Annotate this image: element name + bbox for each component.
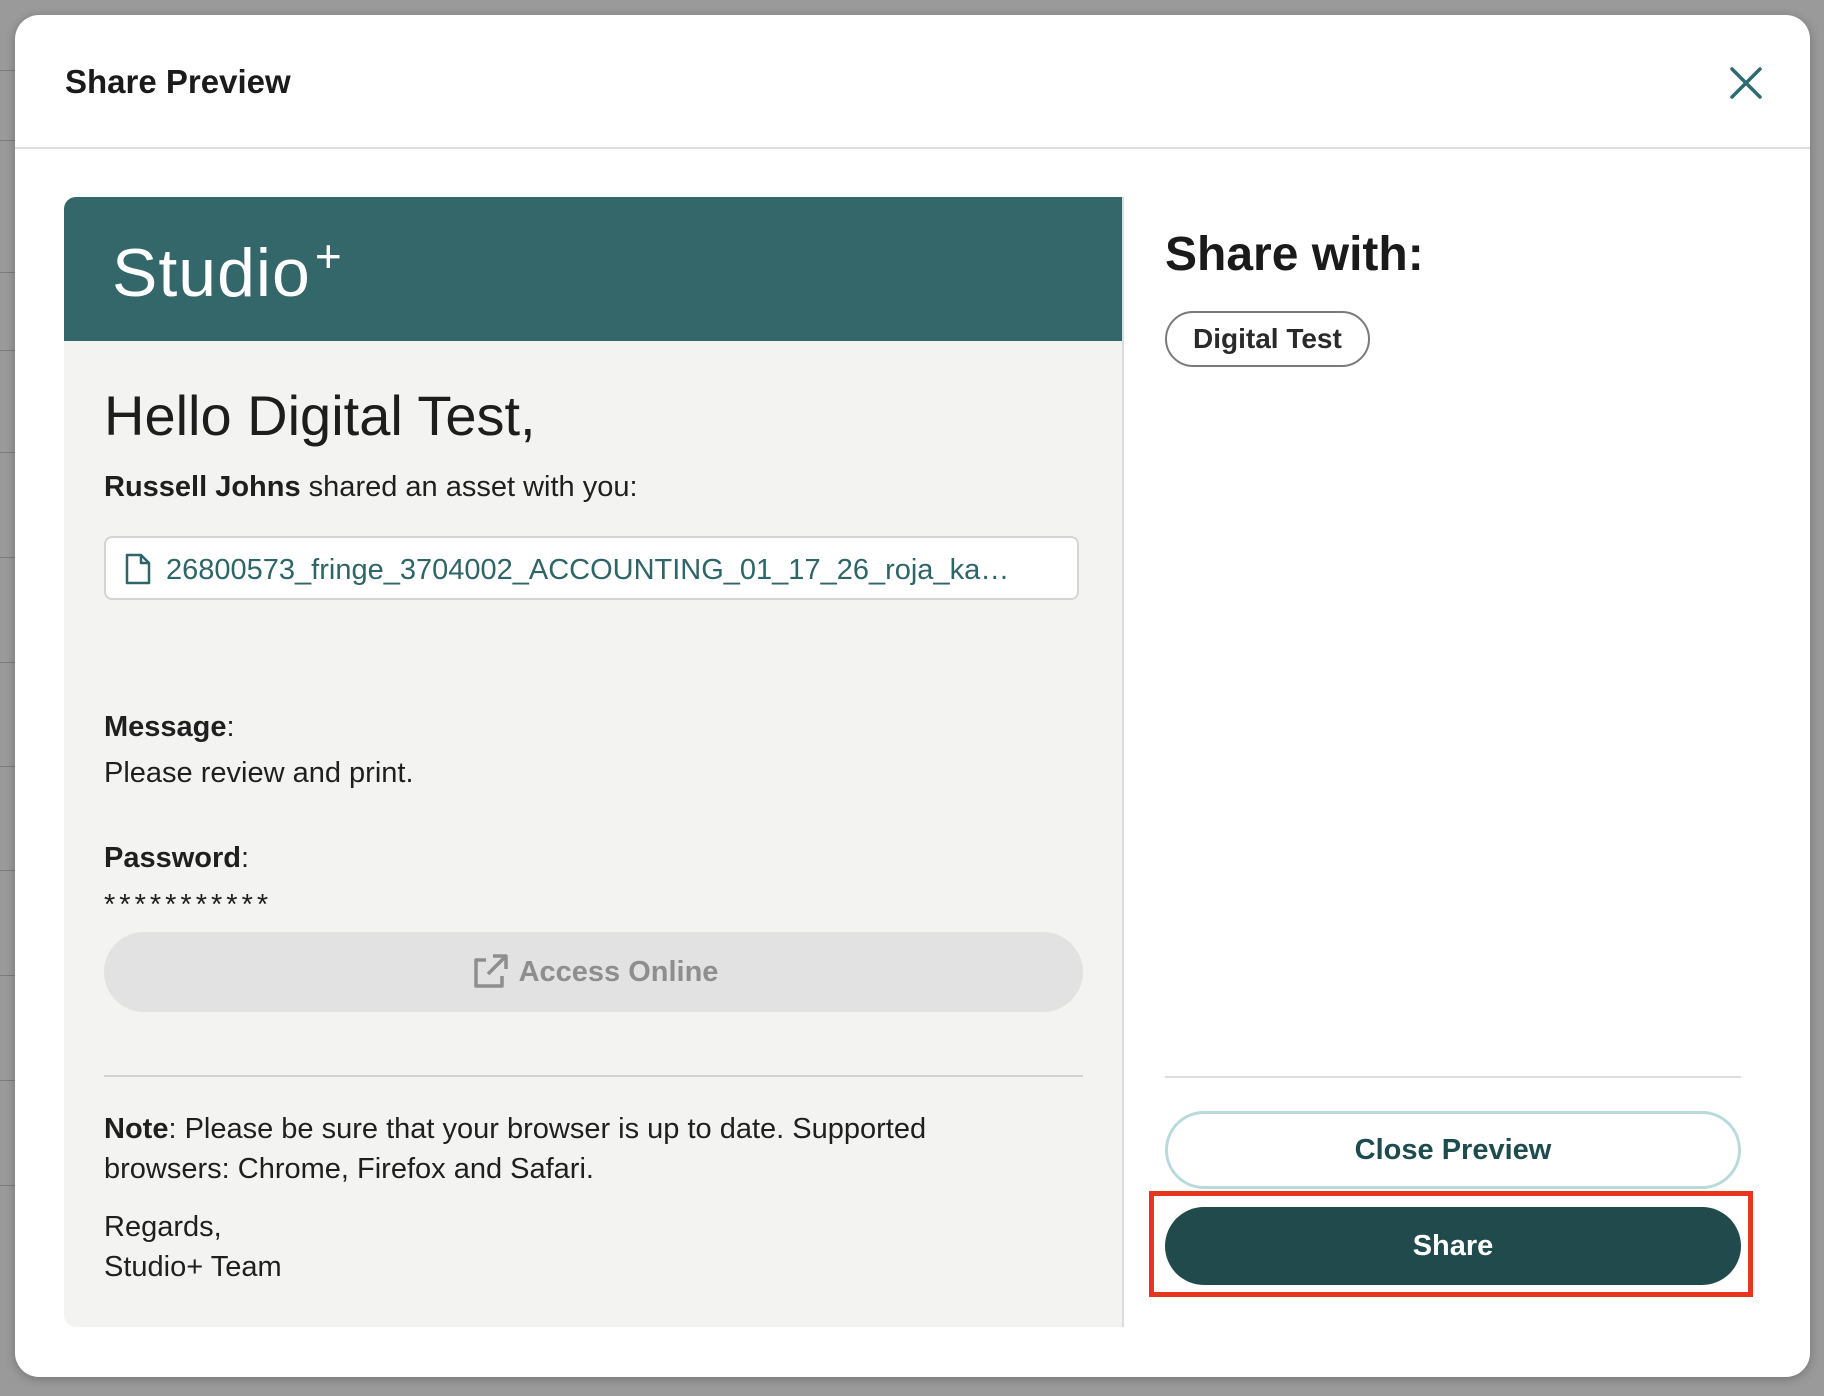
- password-label-line: Password:: [104, 842, 250, 874]
- file-icon: [125, 553, 151, 585]
- access-online-content: Access Online: [104, 932, 1083, 1012]
- signature: Regards, Studio+ Team: [104, 1207, 282, 1287]
- message-label-line: Message:: [104, 711, 235, 743]
- close-modal-button[interactable]: [1722, 59, 1770, 107]
- modal-header: Share Preview: [15, 15, 1810, 149]
- bg-divider: [0, 662, 16, 663]
- password-value: ***********: [104, 889, 273, 921]
- message-value: Please review and print.: [104, 757, 414, 789]
- access-online-label: Access Online: [518, 955, 719, 988]
- bg-divider: [0, 70, 16, 71]
- regards-line: Regards,: [104, 1211, 222, 1243]
- password-label: Password: [104, 842, 241, 874]
- shared-line: Russell Johns shared an asset with you:: [104, 471, 638, 504]
- bg-divider: [0, 766, 16, 767]
- recipient-chip[interactable]: Digital Test: [1165, 311, 1370, 367]
- brand-name: Studio: [112, 235, 311, 311]
- bg-divider: [0, 1185, 16, 1186]
- brand-plus: +: [314, 230, 343, 282]
- share-with-title: Share with:: [1165, 228, 1424, 281]
- bg-divider: [0, 557, 16, 558]
- sender-name: Russell Johns: [104, 471, 301, 503]
- message-label: Message: [104, 711, 227, 743]
- bg-divider: [0, 1080, 16, 1081]
- share-preview-modal: Share Preview Studio+ Hello Digital Test…: [15, 15, 1810, 1377]
- bg-divider: [0, 975, 16, 976]
- modal-title: Share Preview: [65, 63, 291, 100]
- bg-divider: [0, 350, 16, 351]
- note-text: : Please be sure that your browser is up…: [104, 1113, 927, 1185]
- browser-note: Note: Please be sure that your browser i…: [104, 1109, 1004, 1189]
- shared-text: shared an asset with you:: [300, 471, 638, 503]
- external-link-icon: [473, 954, 508, 988]
- greeting: Hello Digital Test,: [104, 384, 536, 447]
- file-name: 26800573_fringe_3704002_ACCOUNTING_01_17…: [166, 554, 1010, 586]
- column-divider: [1122, 197, 1124, 1327]
- preview-divider: [104, 1075, 1083, 1077]
- share-button[interactable]: Share: [1165, 1207, 1741, 1285]
- email-preview: Studio+ Hello Digital Test, Russell John…: [64, 197, 1122, 1327]
- bg-divider: [0, 272, 16, 273]
- brand-header: Studio+: [64, 197, 1122, 341]
- brand-logo: Studio+: [112, 229, 343, 312]
- bg-divider: [0, 140, 16, 141]
- shared-file-link[interactable]: 26800573_fringe_3704002_ACCOUNTING_01_17…: [104, 536, 1079, 600]
- close-icon: [1730, 67, 1762, 99]
- bg-divider: [0, 452, 16, 453]
- access-online-button[interactable]: Access Online: [104, 932, 1083, 1012]
- actions-divider: [1165, 1076, 1741, 1078]
- note-label: Note: [104, 1113, 169, 1145]
- bg-divider: [0, 870, 16, 871]
- close-preview-button[interactable]: Close Preview: [1165, 1111, 1741, 1189]
- team-line: Studio+ Team: [104, 1251, 282, 1283]
